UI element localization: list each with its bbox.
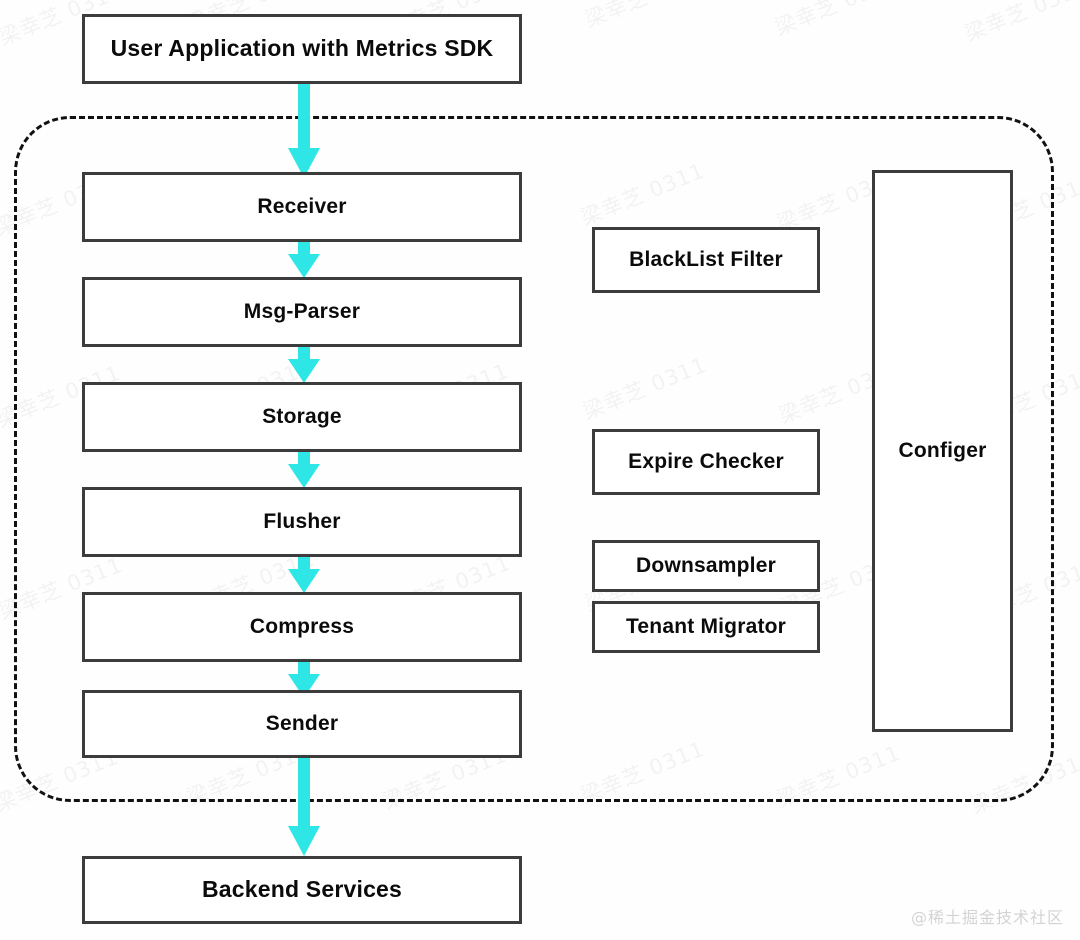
box-compress[interactable]: Compress (82, 592, 522, 662)
box-label: Storage (262, 405, 342, 429)
box-downsampler[interactable]: Downsampler (592, 540, 820, 592)
diagram-canvas: 梁幸芝 0311 梁幸芝 0311 梁幸芝 0311 梁幸芝 0311 梁幸芝 … (0, 0, 1080, 940)
box-label: User Application with Metrics SDK (110, 35, 494, 62)
watermark-tile: 梁幸芝 0311 (960, 0, 1080, 48)
box-label: Compress (249, 615, 355, 639)
box-label: Backend Services (201, 876, 403, 903)
box-msg-parser[interactable]: Msg-Parser (82, 277, 522, 347)
box-blacklist-filter[interactable]: BlackList Filter (592, 227, 820, 293)
box-label: Sender (265, 712, 339, 736)
box-configer[interactable]: Configer (872, 170, 1013, 732)
box-user-application[interactable]: User Application with Metrics SDK (82, 14, 522, 84)
box-label: Expire Checker (628, 450, 784, 474)
arrow-storage-to-flusher (288, 448, 320, 488)
box-flusher[interactable]: Flusher (82, 487, 522, 557)
box-label: Msg-Parser (243, 300, 361, 324)
arrow-app-to-receiver (288, 78, 320, 178)
box-receiver[interactable]: Receiver (82, 172, 522, 242)
arrow-receiver-to-msgparser (288, 238, 320, 278)
box-label: BlackList Filter (629, 248, 783, 272)
box-label: Downsampler (636, 554, 776, 578)
credit-watermark: @稀土掘金技术社区 (910, 908, 1064, 927)
watermark-tile: 梁幸芝 0311 (770, 0, 903, 42)
box-label: Tenant Migrator (625, 615, 787, 639)
box-backend-services[interactable]: Backend Services (82, 856, 522, 924)
arrow-flusher-to-compress (288, 553, 320, 593)
box-label: Flusher (263, 510, 341, 534)
box-label: Receiver (257, 195, 347, 219)
box-storage[interactable]: Storage (82, 382, 522, 452)
box-label: Configer (898, 439, 987, 463)
arrow-sender-to-backend (288, 758, 320, 856)
box-sender[interactable]: Sender (82, 690, 522, 758)
watermark-tile: 梁幸芝 0311 (580, 0, 713, 34)
arrow-msgparser-to-storage (288, 343, 320, 383)
box-expire-checker[interactable]: Expire Checker (592, 429, 820, 495)
box-tenant-migrator[interactable]: Tenant Migrator (592, 601, 820, 653)
